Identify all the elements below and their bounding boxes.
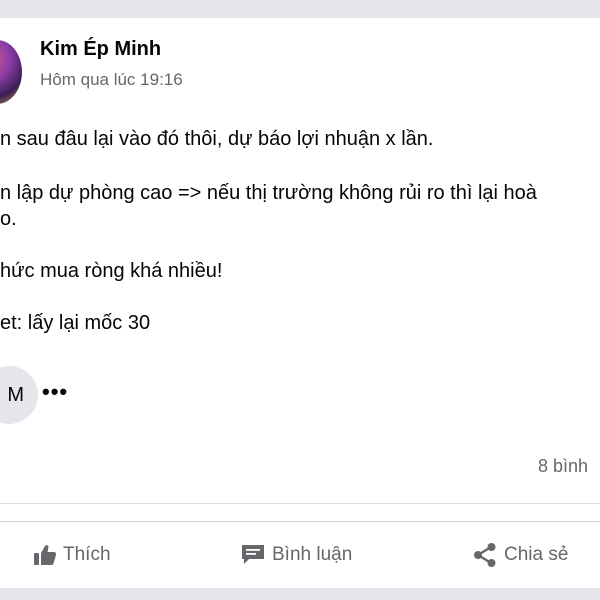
reactor-avatar[interactable]: M <box>0 366 38 424</box>
divider <box>0 503 600 504</box>
author-avatar[interactable] <box>0 40 22 104</box>
post-text-line: n sau đâu lại vào đó thôi, dự báo lợi nh… <box>0 128 434 150</box>
post-text-line: et: lấy lại mốc 30 <box>0 312 151 334</box>
comment-label: Bình luận <box>272 544 353 565</box>
share-button[interactable]: Chia sẻ <box>472 538 568 572</box>
post-timestamp[interactable]: Hôm qua lúc 19:16 <box>40 70 183 90</box>
thumbs-up-icon <box>34 545 57 565</box>
top-separator <box>0 0 600 18</box>
like-button[interactable]: Thích <box>33 538 111 572</box>
share-icon <box>474 543 496 567</box>
divider <box>0 521 600 522</box>
post-text-line: n lập dự phòng cao => nếu thị trường khô… <box>0 182 537 204</box>
share-label: Chia sẻ <box>504 544 569 565</box>
bottom-separator <box>0 588 600 600</box>
post-text-line: o. <box>0 208 17 230</box>
comment-button[interactable]: Bình luận <box>240 538 352 572</box>
post-text-line: hức mua ròng khá nhiều! <box>0 260 223 282</box>
author-name[interactable]: Kim Ép Minh <box>40 38 161 61</box>
like-label: Thích <box>63 544 111 565</box>
comment-icon <box>242 545 264 564</box>
reactor-avatar-initial: M <box>7 383 24 406</box>
comment-count[interactable]: 8 bình <box>538 456 588 477</box>
more-options-icon[interactable]: ••• <box>42 381 68 403</box>
